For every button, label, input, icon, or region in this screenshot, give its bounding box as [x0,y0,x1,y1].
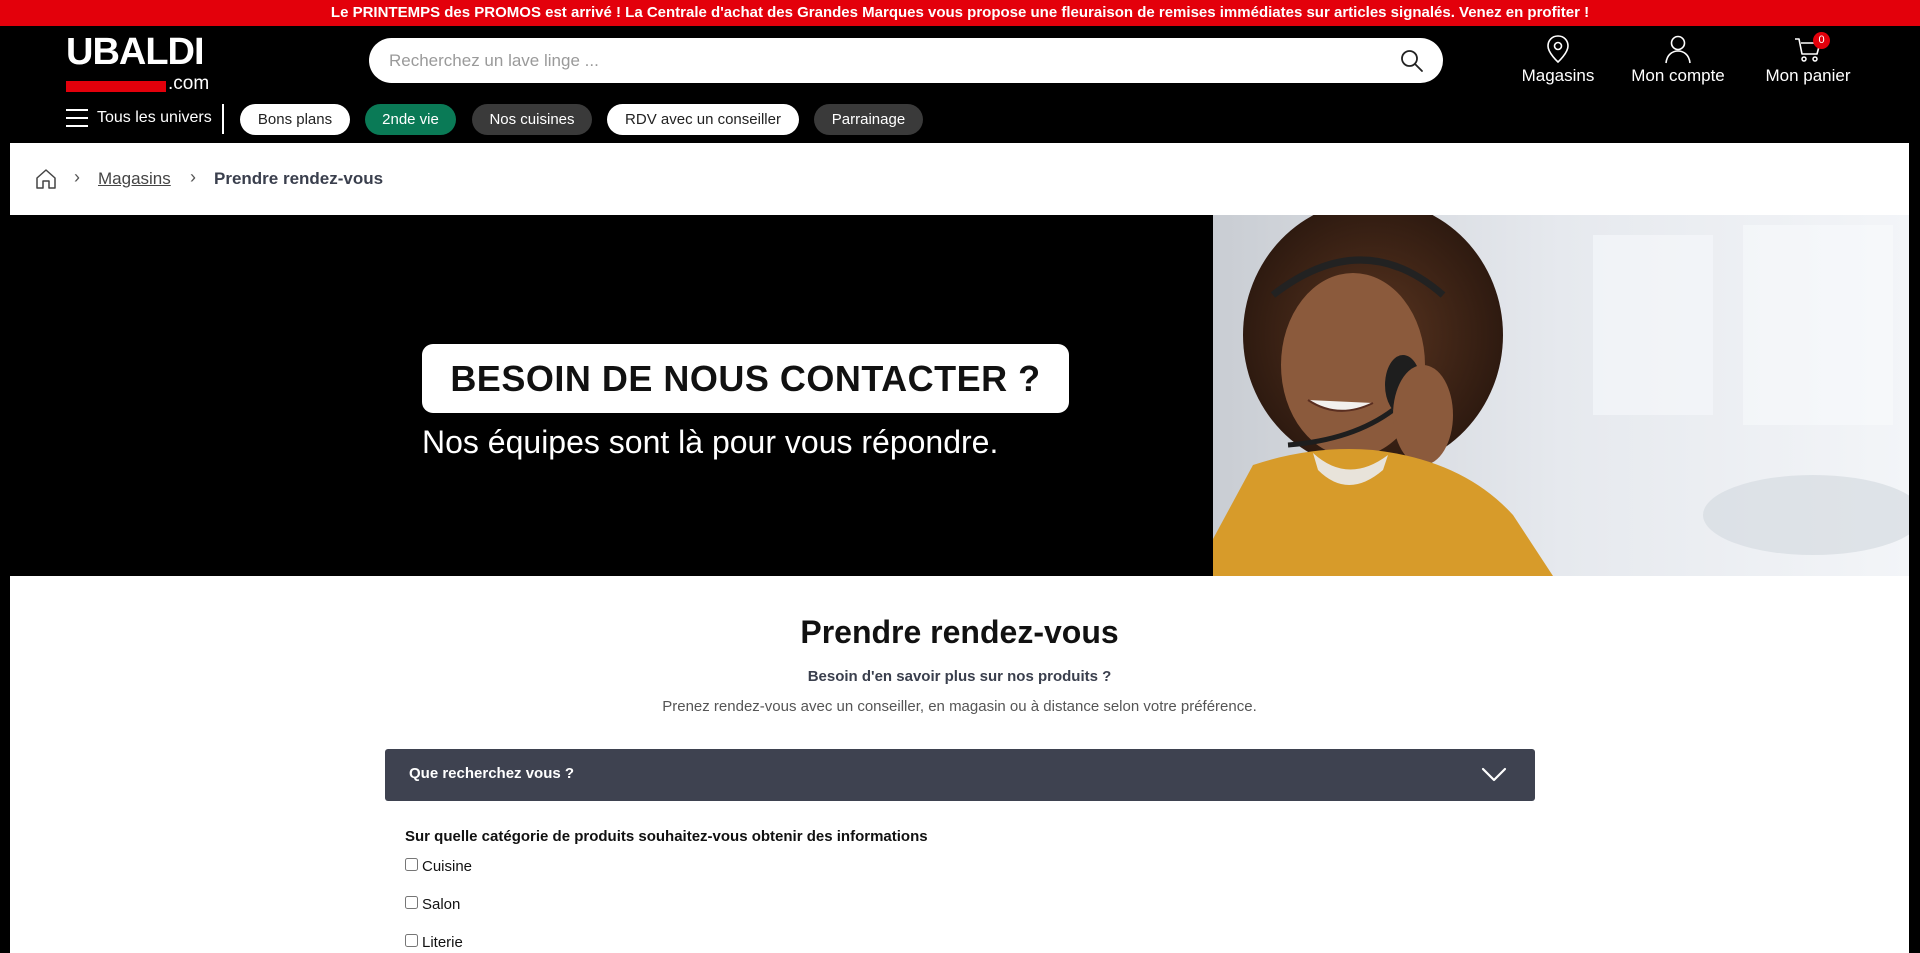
breadcrumb-current: Prendre rendez-vous [214,169,384,188]
chevron-down-icon [1481,765,1507,785]
logo-suffix: .com [168,73,210,94]
appointment-form: Prendre rendez-vous Besoin d'en savoir p… [10,576,1909,953]
form-title: Prendre rendez-vous [800,614,1119,650]
stores-link[interactable]: Magasins [1515,34,1601,90]
ubaldi-logo[interactable]: UBALDI .com [66,31,216,94]
category-question: Sur quelle catégorie de produits souhait… [405,828,928,845]
nav-pill-rdv-conseiller[interactable]: RDV avec un conseiller [607,104,799,135]
nav-pill-bons-plans[interactable]: Bons plans [240,104,350,135]
nav-divider [222,104,224,134]
checkbox-salon[interactable] [405,896,418,909]
search-input[interactable] [389,38,1369,83]
account-link[interactable]: Mon compte [1622,34,1734,90]
customer-service-photo [1213,215,1909,576]
stores-label: Magasins [1521,66,1595,85]
breadcrumb: › Magasins › Prendre rendez-vous [10,143,1909,215]
contact-hero-banner: BESOIN DE NOUS CONTACTER ? Nos équipes s… [10,215,1909,576]
form-subtitle: Besoin d'en savoir plus sur nos produits… [807,668,1112,685]
promo-banner[interactable]: Le PRINTEMPS des PROMOS est arrivé ! La … [0,0,1920,26]
account-label: Mon compte [1631,66,1725,85]
logo-wordmark: UBALDI [66,31,205,73]
search-icon[interactable] [1399,48,1425,74]
breadcrumb-link-magasins[interactable]: Magasins [98,169,171,189]
banner-title-box: BESOIN DE NOUS CONTACTER ? [422,344,1069,413]
banner-title: BESOIN DE NOUS CONTACTER ? [450,358,1041,399]
page-content: › Magasins › Prendre rendez-vous BESOIN … [10,143,1909,953]
option-label[interactable]: Cuisine [422,858,472,875]
nav-pill-2nde-vie[interactable]: 2nde vie [365,104,456,135]
option-label[interactable]: Literie [422,934,463,951]
nav-pill-parrainage[interactable]: Parrainage [814,104,923,135]
cart-icon [1756,34,1860,64]
accordion-que-recherchez-vous[interactable]: Que recherchez vous ? [385,749,1535,801]
site-header: UBALDI .com Magasins Mon compte 0 Mon pa… [0,26,1920,143]
cart-link[interactable]: 0 Mon panier [1756,32,1860,90]
user-icon [1622,34,1734,64]
hamburger-icon [66,109,88,127]
home-icon[interactable] [34,167,58,191]
checkbox-literie[interactable] [405,934,418,947]
search-bar [369,38,1443,83]
accordion-label: Que recherchez vous ? [409,765,575,782]
cart-count-badge: 0 [1813,32,1830,49]
map-pin-icon [1515,34,1601,64]
breadcrumb-separator: › [190,167,196,187]
breadcrumb-separator: › [74,167,80,187]
form-description: Prenez rendez-vous avec un conseiller, e… [662,698,1257,715]
logo-red-bar [66,81,166,92]
checkbox-cuisine[interactable] [405,858,418,871]
banner-subtitle: Nos équipes sont là pour vous répondre. [422,424,999,460]
option-label[interactable]: Salon [422,896,460,913]
all-categories-label: Tous les univers [97,109,212,126]
nav-pill-nos-cuisines[interactable]: Nos cuisines [472,104,592,135]
cart-label: Mon panier [1765,66,1851,85]
